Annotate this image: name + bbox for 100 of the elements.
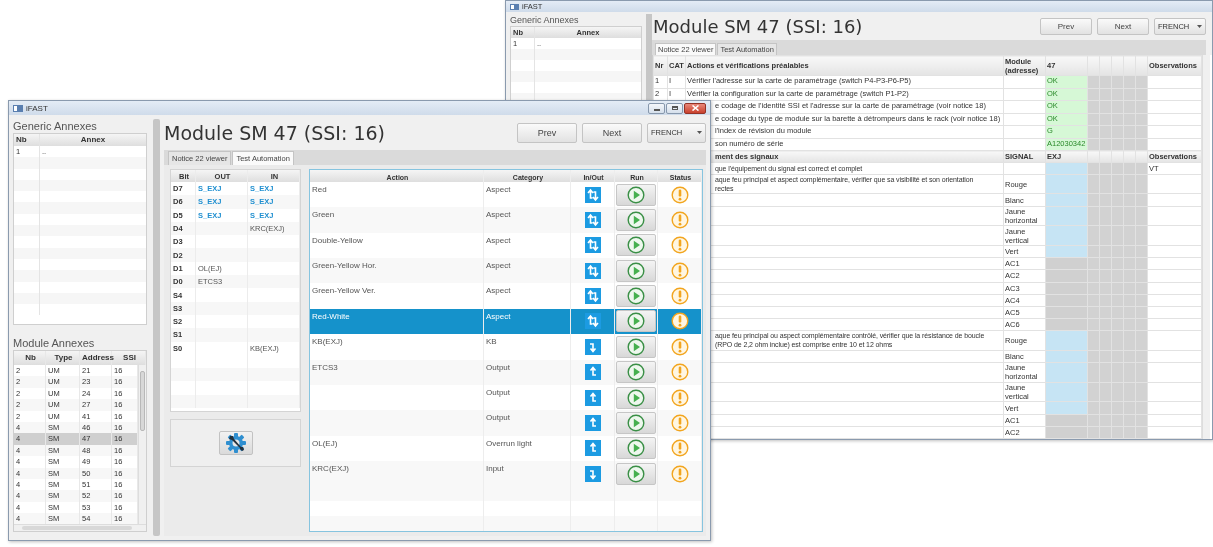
table-cell-text: Aspect xyxy=(486,286,511,298)
close-icon xyxy=(691,105,699,111)
warning-icon xyxy=(670,337,689,356)
nav-button[interactable]: Prev xyxy=(1040,17,1092,35)
run-button[interactable] xyxy=(616,462,656,485)
arrows-up-down-icon xyxy=(584,237,601,254)
table-cell-text: Output xyxy=(486,413,510,425)
table-row[interactable]: Green-Yellow Hor. Aspect xyxy=(310,258,702,284)
table-row[interactable]: KB(EXJ) KB xyxy=(310,334,702,360)
nav-button[interactable]: Prev xyxy=(517,122,577,143)
arrows-up-down-icon xyxy=(584,186,601,203)
caret-icon xyxy=(697,131,702,134)
caret-icon xyxy=(1197,24,1202,28)
table-cell-text: Output xyxy=(486,387,510,399)
scrollbar[interactable] xyxy=(138,365,146,524)
module-heading: Module SM 47 (SSI: 16) xyxy=(653,15,863,37)
table-row[interactable]: Green Aspect xyxy=(310,207,702,233)
warning-icon xyxy=(670,261,689,280)
gear-wrench-icon xyxy=(224,432,247,454)
settings-button[interactable] xyxy=(218,431,253,455)
warning-icon xyxy=(670,464,689,483)
run-button[interactable] xyxy=(616,411,656,434)
section-title: Generic Annexes xyxy=(510,14,580,26)
close-button[interactable] xyxy=(684,102,706,114)
scrollbar[interactable] xyxy=(14,524,146,531)
table-cell-text: Green xyxy=(312,210,335,222)
table-cell xyxy=(1087,401,1100,415)
window-title: iFAST xyxy=(26,103,48,113)
section-title: Generic Annexes xyxy=(13,119,98,133)
arrows-up-down-icon xyxy=(584,211,601,228)
app-icon xyxy=(13,104,23,112)
arrow-down-icon xyxy=(584,338,601,355)
table-cell xyxy=(1087,194,1100,207)
table-cell xyxy=(1087,113,1100,126)
arrows-up-down-icon xyxy=(584,288,601,305)
run-button[interactable] xyxy=(616,386,656,409)
table-cell xyxy=(1087,318,1100,331)
column-header: Type xyxy=(46,351,80,365)
play-icon xyxy=(627,439,645,458)
column-header: Nb xyxy=(14,351,46,365)
table-cell-text: Aspect xyxy=(486,311,511,323)
table-cell xyxy=(1087,245,1100,258)
minimize-button[interactable] xyxy=(648,102,665,114)
column-header: Address xyxy=(80,351,112,365)
column-header: Nb xyxy=(14,134,40,146)
arrows-up-down-icon xyxy=(584,313,601,330)
table-row[interactable]: Green-Yellow Ver. Aspect xyxy=(310,283,702,309)
play-icon xyxy=(627,261,645,280)
nav-button[interactable]: Next xyxy=(582,122,642,143)
warning-icon xyxy=(670,185,689,204)
arrow-up-icon xyxy=(584,414,601,431)
play-icon xyxy=(627,236,645,255)
module-heading: Module SM 47 (SSI: 16) xyxy=(164,121,385,144)
run-button[interactable] xyxy=(616,335,656,358)
table-cell-text: Output xyxy=(486,362,510,374)
play-icon xyxy=(627,287,645,306)
warning-icon xyxy=(670,210,689,229)
maximize-button[interactable] xyxy=(666,102,683,114)
play-icon xyxy=(627,185,645,204)
warning-icon xyxy=(670,388,689,407)
scrollbar[interactable] xyxy=(1202,55,1210,439)
table-cell-text: Aspect xyxy=(486,261,511,272)
play-icon xyxy=(627,413,645,432)
play-icon xyxy=(627,337,645,356)
table-row[interactable]: Red-White Aspect xyxy=(310,308,702,335)
table-row[interactable]: ETCS3 Output xyxy=(310,359,702,385)
section-title: Module Annexes xyxy=(13,336,96,350)
warning-icon xyxy=(670,439,689,458)
arrow-up-icon xyxy=(584,364,601,381)
run-button[interactable] xyxy=(616,208,656,231)
table-cell-text: Double-Yellow xyxy=(312,235,363,247)
play-icon xyxy=(627,210,645,229)
play-icon xyxy=(627,464,645,483)
warning-icon xyxy=(670,312,689,331)
warning-icon xyxy=(670,236,689,255)
play-icon xyxy=(627,312,645,331)
run-button[interactable] xyxy=(616,285,656,308)
run-button[interactable] xyxy=(616,183,656,206)
table-cell-text: Input xyxy=(486,464,504,475)
app-icon xyxy=(510,3,519,10)
table-cell-text: Green-Yellow Hor. xyxy=(312,261,377,272)
table-row[interactable]: Output xyxy=(310,410,702,436)
run-button[interactable] xyxy=(616,259,656,282)
arrow-up-icon xyxy=(584,440,601,457)
table-cell-text: Green-Yellow Ver. xyxy=(312,286,376,298)
run-button[interactable] xyxy=(616,234,656,257)
table-cell xyxy=(1087,350,1100,363)
arrows-up-down-icon xyxy=(584,262,601,279)
run-button[interactable] xyxy=(616,437,656,460)
warning-icon xyxy=(670,413,689,432)
table-cell-text: Red-White xyxy=(312,311,350,323)
table-cell-text: OL(EJ) xyxy=(312,438,338,450)
table-cell-text: Aspect xyxy=(486,235,511,247)
table-row[interactable]: KRC(EXJ) Input xyxy=(310,461,702,487)
nav-button[interactable]: Next xyxy=(1097,17,1149,35)
run-button[interactable] xyxy=(616,361,656,384)
run-button[interactable] xyxy=(616,310,656,333)
table-cell-text: KRC(EXJ) xyxy=(312,464,349,475)
play-icon xyxy=(627,388,645,407)
table-cell-text: Aspect xyxy=(486,184,511,196)
